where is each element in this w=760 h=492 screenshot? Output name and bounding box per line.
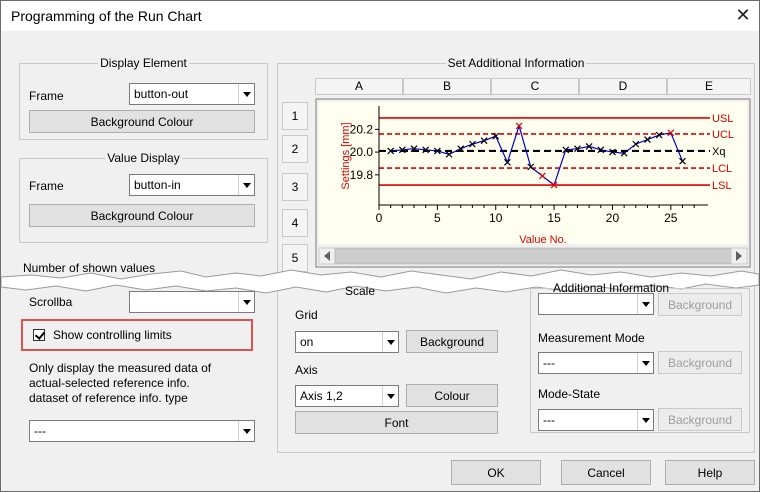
run-chart: USL UCL Xq LCL LSL 20.2 20.0 19.8 0 5 10 15 20 25 Se… xyxy=(315,98,751,268)
display-frame-combo[interactable]: button-out xyxy=(129,83,255,105)
show-controlling-limits-label: Show controlling limits xyxy=(53,328,172,342)
column-header-e[interactable]: E xyxy=(667,78,751,95)
row-tab-2[interactable]: 2 xyxy=(282,135,308,163)
reference-text-1: Only display the measured data of xyxy=(29,361,212,375)
column-header-a[interactable]: A xyxy=(315,78,403,95)
column-header-b[interactable]: B xyxy=(403,78,491,95)
chevron-down-icon[interactable] xyxy=(238,421,254,441)
y-tick-label: 19.8 xyxy=(350,168,374,182)
top-right-background-button[interactable]: Background xyxy=(658,293,742,316)
measurement-mode-value: --- xyxy=(543,356,555,370)
limit-label-lsl: LSL xyxy=(712,180,732,192)
chevron-down-icon[interactable] xyxy=(238,84,254,104)
reference-text-2: actual-selected reference info. xyxy=(29,376,190,390)
row-tab-1[interactable]: 1 xyxy=(282,102,308,130)
mode-state-value: --- xyxy=(543,413,555,427)
mode-state-label: Mode-State xyxy=(538,387,601,401)
show-controlling-limits-highlight[interactable]: Show controlling limits xyxy=(21,319,253,351)
grid-label: Grid xyxy=(295,308,318,322)
row-tab-4[interactable]: 4 xyxy=(282,209,308,237)
dialog-title: Programming of the Run Chart xyxy=(11,8,202,24)
scrollbar-combo[interactable] xyxy=(129,291,255,313)
value-frame-combo[interactable]: button-in xyxy=(129,174,255,196)
reference-text-3: dataset of reference info. type xyxy=(29,391,188,405)
mode-state-background-button[interactable]: Background xyxy=(658,408,742,431)
measurement-background-button[interactable]: Background xyxy=(658,351,742,374)
grid-value: on xyxy=(300,335,314,349)
x-tick-label: 5 xyxy=(434,211,441,225)
axis-label: Axis xyxy=(295,363,318,377)
axis-font-button[interactable]: Font xyxy=(295,411,498,434)
chevron-down-icon[interactable] xyxy=(382,386,398,406)
axis-colour-button[interactable]: Colour xyxy=(406,384,498,407)
x-tick-label: 20 xyxy=(606,211,620,225)
column-header-c[interactable]: C xyxy=(491,78,579,95)
limit-label-ucl: UCL xyxy=(712,129,734,141)
title-bar: Programming of the Run Chart ✕ xyxy=(1,1,759,31)
scrollbar-label: Scrollba xyxy=(29,295,73,309)
column-header-d[interactable]: D xyxy=(579,78,667,95)
close-icon[interactable]: ✕ xyxy=(731,3,755,27)
grid-combo[interactable]: on xyxy=(295,331,399,353)
x-tick-label: 25 xyxy=(664,211,678,225)
value-display-legend: Value Display xyxy=(107,151,180,165)
scale-legend: Scale xyxy=(345,284,376,298)
value-frame-label: Frame xyxy=(29,179,64,193)
display-bg-colour-button[interactable]: Background Colour xyxy=(29,110,255,133)
limit-label-xq: Xq xyxy=(712,146,725,158)
cancel-button[interactable]: Cancel xyxy=(561,460,651,485)
show-controlling-limits-checkbox[interactable] xyxy=(33,329,45,341)
value-bg-colour-button[interactable]: Background Colour xyxy=(29,204,255,227)
x-tick-label: 0 xyxy=(376,211,383,225)
chevron-down-icon[interactable] xyxy=(382,332,398,352)
value-frame-value: button-in xyxy=(134,178,181,192)
help-button[interactable]: Help xyxy=(665,460,755,485)
chevron-down-icon[interactable] xyxy=(637,410,653,430)
x-axis-label: Value No. xyxy=(519,234,567,246)
axis-value: Axis 1,2 xyxy=(300,389,343,403)
row-tab-3[interactable]: 3 xyxy=(282,173,308,201)
scroll-thumb[interactable] xyxy=(334,248,732,264)
y-tick-label: 20.2 xyxy=(350,122,374,136)
limit-label-usl: USL xyxy=(712,113,733,125)
chevron-down-icon[interactable] xyxy=(238,292,254,312)
grid-background-button[interactable]: Background xyxy=(406,330,498,353)
y-tick-label: 20.0 xyxy=(350,145,374,159)
plot-area xyxy=(319,102,747,244)
x-tick-label: 10 xyxy=(489,211,503,225)
ok-button[interactable]: OK xyxy=(451,460,541,485)
run-chart-dialog: Programming of the Run Chart ✕ Display E… xyxy=(0,0,760,492)
top-right-combo[interactable] xyxy=(538,293,654,315)
reference-type-combo[interactable]: --- xyxy=(29,420,255,442)
limit-label-lcl: LCL xyxy=(712,163,732,175)
reference-type-value: --- xyxy=(34,424,46,438)
chevron-down-icon[interactable] xyxy=(637,353,653,373)
display-frame-value: button-out xyxy=(134,87,189,101)
x-tick-label: 15 xyxy=(547,211,561,225)
display-element-legend: Display Element xyxy=(100,56,187,70)
chevron-down-icon[interactable] xyxy=(238,175,254,195)
measurement-mode-combo[interactable]: --- xyxy=(538,352,654,374)
measurement-mode-label: Measurement Mode xyxy=(538,331,645,345)
y-axis-label: Settings [mm] xyxy=(340,122,352,189)
additional-info-legend: Set Additional Information xyxy=(447,56,585,70)
value-display-group: Value Display xyxy=(19,151,268,243)
chevron-down-icon[interactable] xyxy=(637,294,653,314)
axis-combo[interactable]: Axis 1,2 xyxy=(295,385,399,407)
display-frame-label: Frame xyxy=(29,89,64,103)
mode-state-combo[interactable]: --- xyxy=(538,409,654,431)
